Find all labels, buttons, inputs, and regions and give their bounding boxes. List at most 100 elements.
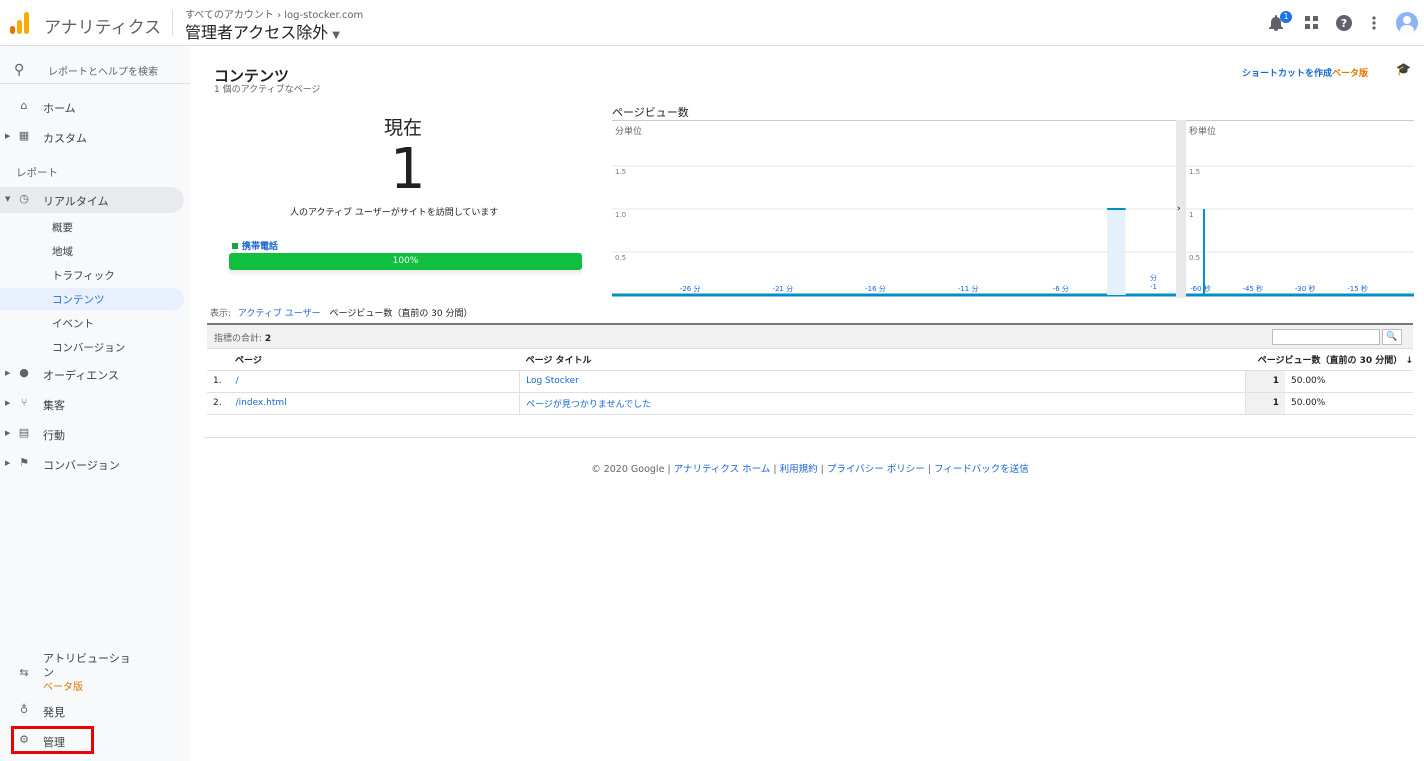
more-vert-icon[interactable]: [1364, 13, 1384, 33]
report-search[interactable]: ⚲ レポートとヘルプを検索: [0, 56, 190, 84]
y-tick-label: 1.5: [615, 168, 626, 176]
metric-total-bar: 指標の合計: 2 🔍: [207, 323, 1413, 349]
x-tick-label: -6 分: [1053, 284, 1069, 293]
expand-arrow-icon: ▶: [5, 429, 11, 437]
home-icon: ⌂: [20, 99, 28, 112]
x-tick-label: -21 分: [772, 284, 793, 293]
sidebar-sub-content[interactable]: コンテンツ: [0, 288, 184, 310]
footer-link-feedback[interactable]: フィードバックを送信: [934, 464, 1029, 475]
sidebar-item-custom[interactable]: ▶ ▦ カスタム: [0, 124, 184, 150]
acquisition-icon: ⑂: [20, 396, 28, 409]
search-icon: ⚲: [14, 62, 25, 78]
sidebar-item-realtime[interactable]: ▼ ◷ リアルタイム: [0, 187, 184, 213]
behavior-icon: ▤: [18, 426, 30, 439]
active-users-description: 人のアクティブ ユーザーがサイトを訪問しています: [290, 208, 499, 218]
per-second-chart: 秒単位 1.5 1 0.5 -60 秒 -45 秒 -30 秒 -15 秒: [1186, 120, 1414, 298]
sidebar: ⚲ レポートとヘルプを検索 ⌂ ホーム ▶ ▦ カスタム レポート ▼ ◷ リア…: [0, 46, 190, 761]
header-divider: [172, 10, 173, 36]
view-pageviews-current: ページビュー数（直前の 30 分間）: [329, 309, 473, 319]
sidebar-sub-locations[interactable]: 地域: [0, 240, 184, 262]
view-active-users-link[interactable]: アクティブ ユーザー: [238, 309, 321, 319]
y-tick-label: 1: [1189, 211, 1193, 219]
page-subtitle: 1 個のアクティブなページ: [214, 85, 321, 95]
y-tick-label: 0.5: [615, 254, 626, 262]
device-share-bar: 100%: [229, 253, 582, 270]
footer-link-privacy[interactable]: プライバシー ポリシー: [827, 464, 925, 475]
dashboard-icon: ▦: [18, 129, 30, 142]
top-bar: アナリティクス すべてのアカウント › log-stocker.com 管理者ア…: [0, 0, 1424, 46]
sidebar-item-behavior[interactable]: ▶ ▤ 行動: [0, 421, 184, 447]
now-label: 現在: [384, 117, 423, 139]
sidebar-item-acquisition[interactable]: ▶ ⑂ 集客: [0, 391, 184, 417]
app-name: アナリティクス: [44, 18, 162, 38]
device-legend: 携帯電話: [232, 239, 278, 252]
expand-arrow-icon: ▶: [5, 369, 11, 377]
admin-highlight-box: [11, 726, 94, 754]
x-tick-label: -16 分: [865, 284, 886, 293]
collapse-arrow-icon: ▼: [5, 195, 11, 203]
person-icon: ●: [19, 366, 29, 379]
lightbulb-icon: ♁: [19, 703, 29, 716]
device-bar-shadow: [229, 270, 582, 276]
row-metric-percent: 50.00%: [1285, 370, 1413, 393]
apps-grid-icon[interactable]: [1302, 13, 1322, 33]
graduation-cap-icon[interactable]: 🎓: [1396, 62, 1411, 76]
sidebar-item-discover[interactable]: ♁ 発見: [0, 698, 184, 724]
active-users-count: 1: [390, 137, 426, 202]
account-avatar[interactable]: [1396, 12, 1418, 34]
row-page-link[interactable]: /: [229, 370, 521, 393]
table-filter-input[interactable]: [1272, 329, 1380, 345]
flag-icon: ⚑: [19, 456, 29, 469]
sort-desc-icon: ↓: [1405, 355, 1413, 366]
x-tick-label: -11 分: [958, 284, 979, 293]
svg-text:?: ?: [1341, 17, 1347, 30]
row-title-link[interactable]: ページが見つかりませんでした: [519, 392, 1246, 415]
reports-section-label: レポート: [16, 167, 58, 179]
sidebar-sub-traffic[interactable]: トラフィック: [0, 264, 184, 286]
help-icon[interactable]: ?: [1334, 13, 1354, 33]
row-title-link[interactable]: Log Stocker: [519, 370, 1246, 393]
sidebar-item-attribution[interactable]: ⇆ アトリビューション ベータ版: [0, 650, 184, 696]
x-tick-label: -15 秒: [1347, 284, 1368, 293]
column-header-page-title[interactable]: ページ タイトル: [519, 349, 1245, 371]
column-header-page[interactable]: ページ: [207, 349, 520, 371]
row-page-link[interactable]: /index.html: [229, 392, 521, 415]
table-row: 2. /index.html ページが見つかりませんでした 1 50.00%: [207, 392, 1413, 415]
notification-count-badge: 1: [1280, 11, 1292, 23]
chevron-right-icon: ›: [1177, 204, 1181, 214]
expand-arrow-icon: ▶: [5, 132, 11, 140]
sidebar-sub-overview[interactable]: 概要: [0, 216, 184, 238]
per-minute-chart-svg: 1.5 1.0 0.5 -26 分 -21 分 -16 分 -11 分 -6 分 分-1: [612, 165, 1176, 297]
x-tick-label: -26 分: [680, 284, 701, 293]
search-placeholder: レポートとヘルプを検索: [48, 67, 158, 78]
expand-arrow-icon: ▶: [5, 459, 11, 467]
column-header-pageviews[interactable]: ページビュー数（直前の 30 分間） ↓: [1245, 349, 1413, 371]
view-selector[interactable]: 管理者アクセス除外 ▼: [185, 19, 340, 43]
y-tick-label: 0.5: [1189, 254, 1200, 262]
view-toggle: 表示: アクティブ ユーザー ページビュー数（直前の 30 分間）: [210, 309, 473, 319]
y-tick-label: 1.0: [615, 211, 626, 219]
sidebar-sub-events[interactable]: イベント: [0, 312, 184, 334]
sidebar-item-home[interactable]: ⌂ ホーム: [0, 94, 184, 120]
row-metric-value: 1: [1245, 392, 1285, 415]
legend-swatch: [232, 243, 238, 249]
chart-divider[interactable]: ›: [1176, 120, 1186, 298]
x-tick-label: -30 秒: [1295, 284, 1316, 293]
table-filter-search-button[interactable]: 🔍: [1382, 329, 1402, 345]
create-shortcut-link[interactable]: ショートカットを作成ベータ版: [1242, 66, 1368, 79]
footer: © 2020 Google | アナリティクス ホーム | 利用規約 | プライ…: [591, 464, 1029, 475]
table-row: 1. / Log Stocker 1 50.00%: [207, 370, 1413, 393]
y-tick-label: 1.5: [1189, 168, 1200, 176]
per-minute-chart: 分単位 1.5 1.0 0.5 -26 分 -21 分 -16 分 -11 分 -6 分分 -1: [612, 120, 1176, 298]
content-table: ページ ページ タイトル ページビュー数（直前の 30 分間） ↓ 1. / L…: [207, 349, 1413, 415]
sidebar-sub-conversions[interactable]: コンバージョン: [0, 336, 184, 358]
footer-link-terms[interactable]: 利用規約: [780, 464, 818, 475]
caret-down-icon: ▼: [332, 30, 340, 41]
sidebar-item-audience[interactable]: ▶ ● オーディエンス: [0, 361, 184, 387]
sidebar-item-conversions[interactable]: ▶ ⚑ コンバージョン: [0, 451, 184, 477]
analytics-logo-icon[interactable]: [10, 12, 30, 34]
chart-title: ページビュー数: [612, 106, 689, 119]
chart-bar: [1107, 209, 1126, 295]
footer-link-analytics-home[interactable]: アナリティクス ホーム: [674, 464, 771, 475]
clock-icon: ◷: [19, 192, 29, 205]
